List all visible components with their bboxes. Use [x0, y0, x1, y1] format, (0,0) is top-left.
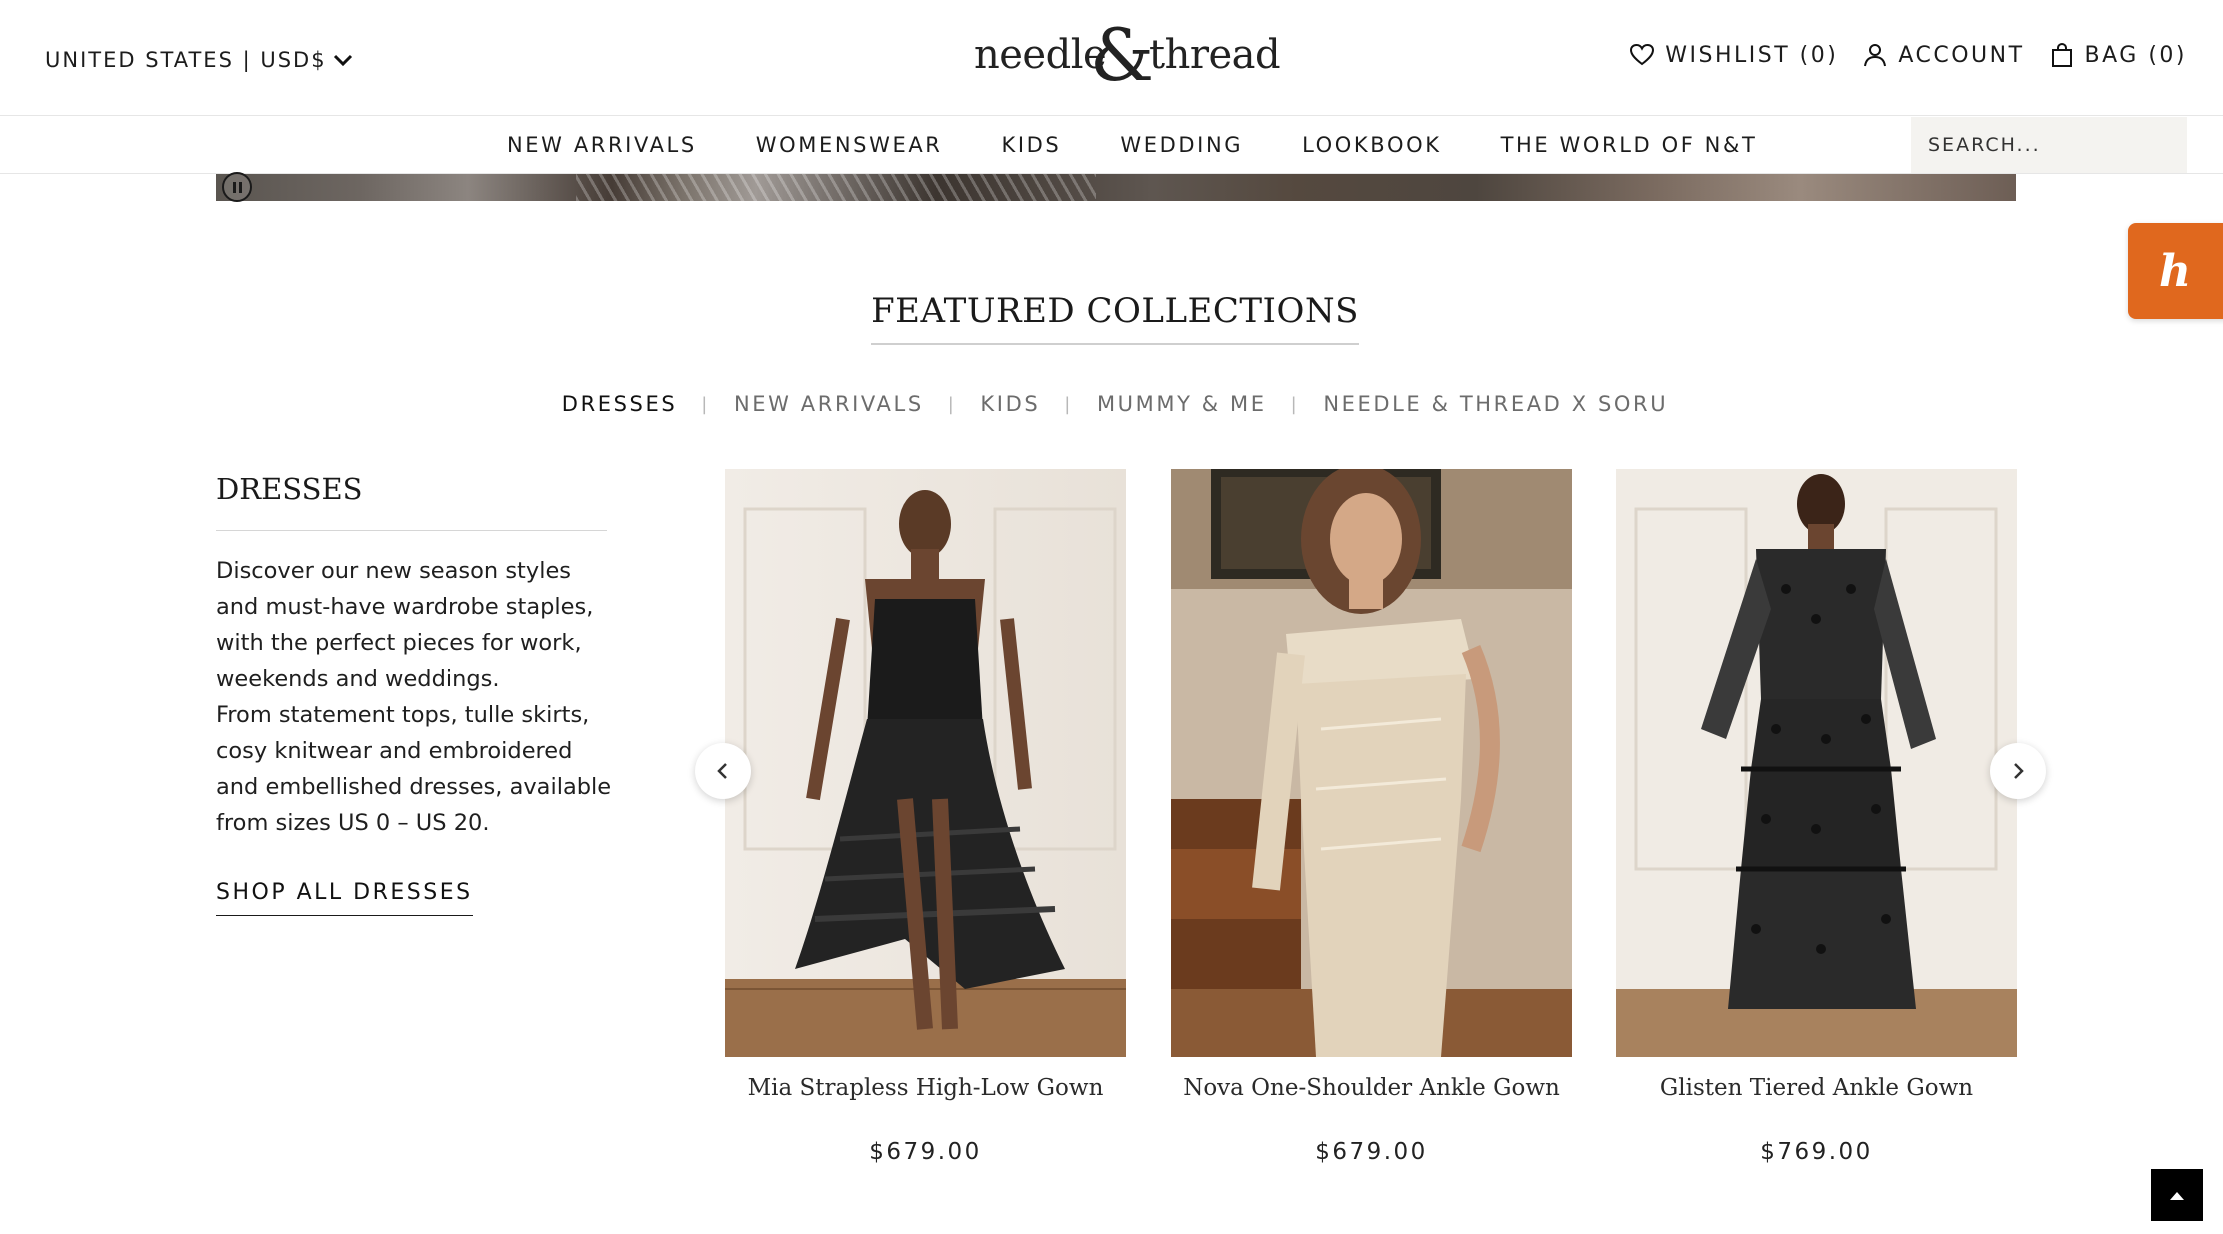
account-links: WISHLIST (0) ACCOUNT BAG (0)	[1629, 42, 2187, 68]
chevron-left-icon	[717, 763, 727, 779]
product-card[interactable]: Mia Strapless High-Low Gown $679.00	[725, 469, 1126, 1165]
tab-new-arrivals[interactable]: NEW ARRIVALS	[734, 392, 924, 416]
nav-items: NEW ARRIVALS WOMENSWEAR KIDS WEDDING LOO…	[507, 117, 1816, 173]
account-link[interactable]: ACCOUNT	[1862, 42, 2024, 68]
logo-ampersand: &	[1090, 13, 1155, 97]
nav-item-wedding[interactable]: WEDDING	[1120, 133, 1243, 157]
main-navigation: NEW ARRIVALS WOMENSWEAR KIDS WEDDING LOO…	[0, 117, 2223, 174]
product-price: $679.00	[1315, 1139, 1428, 1165]
tab-separator: |	[1064, 393, 1073, 415]
nav-item-kids[interactable]: KIDS	[1002, 133, 1062, 157]
product-price: $679.00	[869, 1139, 982, 1165]
nav-item-womenswear[interactable]: WOMENSWEAR	[756, 133, 943, 157]
product-card[interactable]: Nova One-Shoulder Ankle Gown $679.00	[1171, 469, 1572, 1165]
collection-title-divider	[216, 530, 607, 531]
product-image[interactable]	[1616, 469, 2017, 1057]
product-name[interactable]: Glisten Tiered Ankle Gown	[1616, 1075, 2017, 1101]
nav-item-new-arrivals[interactable]: NEW ARRIVALS	[507, 133, 697, 157]
pause-icon	[232, 181, 236, 193]
honey-extension-icon: h	[2159, 245, 2191, 297]
wishlist-link[interactable]: WISHLIST (0)	[1629, 42, 1838, 68]
hero-video-strip	[216, 174, 2016, 201]
tab-mummy-and-me[interactable]: MUMMY & ME	[1097, 392, 1267, 416]
region-currency-selector[interactable]: UNITED STATES | USD$	[45, 48, 353, 72]
shop-all-dresses-link[interactable]: SHOP ALL DRESSES	[216, 880, 473, 916]
bag-label: BAG (0)	[2084, 42, 2187, 68]
account-label: ACCOUNT	[1898, 42, 2025, 68]
product-name[interactable]: Mia Strapless High-Low Gown	[725, 1075, 1126, 1101]
featured-collections-heading-wrap: FEATURED COLLECTIONS	[0, 291, 2223, 345]
heart-icon	[1630, 43, 1655, 66]
user-icon	[1864, 44, 1887, 67]
tab-separator: |	[1290, 393, 1300, 415]
chevron-down-icon	[333, 54, 352, 67]
collection-title: DRESSES	[216, 472, 363, 506]
hero-sparkle-texture	[576, 174, 1096, 201]
product-photo-glisten	[1616, 469, 2017, 1057]
nav-item-lookbook[interactable]: LOOKBOOK	[1302, 133, 1441, 157]
featured-collections-title: FEATURED COLLECTIONS	[871, 291, 1359, 345]
nav-item-world-of-nt[interactable]: THE WORLD OF N&T	[1501, 133, 1758, 157]
product-price: $769.00	[1760, 1139, 1873, 1165]
product-photo-nova	[1171, 469, 1572, 1057]
tab-separator: |	[947, 393, 957, 415]
product-card[interactable]: Glisten Tiered Ankle Gown $769.00	[1616, 469, 2017, 1165]
product-image[interactable]	[725, 469, 1126, 1057]
logo-word-needle: needle	[974, 32, 1107, 78]
arrow-up-icon	[2170, 1192, 2184, 1200]
hero-pause-button[interactable]	[222, 172, 252, 202]
collection-description-p1: Discover our new season styles and must-…	[216, 558, 594, 692]
collection-description-p2: From statement tops, tulle skirts, cosy …	[216, 702, 612, 836]
region-label: UNITED STATES | USD$	[45, 48, 327, 72]
search-box	[1911, 117, 2187, 173]
tab-kids[interactable]: KIDS	[980, 392, 1040, 416]
tab-needle-thread-x-soru[interactable]: NEEDLE & THREAD X SORU	[1323, 392, 1668, 416]
product-image[interactable]	[1171, 469, 1572, 1057]
bag-link[interactable]: BAG (0)	[2049, 42, 2187, 68]
carousel-prev-button[interactable]	[695, 743, 751, 799]
chevron-right-icon	[2014, 763, 2024, 779]
collection-tabs: DRESSES | NEW ARRIVALS | KIDS | MUMMY & …	[0, 392, 2223, 416]
collection-description: Discover our new season styles and must-…	[216, 553, 616, 841]
wishlist-label: WISHLIST (0)	[1665, 42, 1839, 68]
tab-dresses[interactable]: DRESSES	[562, 392, 678, 416]
bag-icon	[2051, 42, 2072, 67]
carousel-next-button[interactable]	[1990, 743, 2046, 799]
search-input[interactable]	[1911, 117, 2187, 173]
product-photo-mia	[725, 469, 1126, 1057]
tab-separator: |	[701, 393, 710, 415]
product-name[interactable]: Nova One-Shoulder Ankle Gown	[1171, 1075, 1572, 1101]
back-to-top-button[interactable]	[2151, 1169, 2203, 1221]
pause-icon-bar	[238, 181, 242, 193]
site-logo[interactable]: needle & thread	[972, 13, 1281, 97]
logo-word-thread: thread	[1149, 32, 1281, 78]
